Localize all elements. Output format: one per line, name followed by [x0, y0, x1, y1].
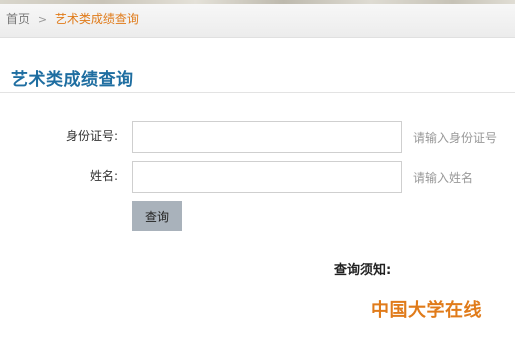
- query-notice-title: 查询须知:: [334, 263, 392, 278]
- breadcrumb-home-link[interactable]: 首页: [6, 12, 30, 26]
- brand-logo: 中国大学在线: [371, 300, 482, 321]
- name-input[interactable]: [132, 161, 402, 193]
- id-number-input[interactable]: [132, 121, 402, 153]
- breadcrumb: 首页 > 艺术类成绩查询: [0, 4, 515, 38]
- id-number-hint: 请输入身份证号: [413, 131, 498, 145]
- breadcrumb-separator: >: [37, 13, 48, 26]
- page-title: 艺术类成绩查询: [11, 70, 134, 90]
- breadcrumb-current: 艺术类成绩查询: [54, 12, 139, 26]
- query-button[interactable]: 查询: [132, 201, 182, 231]
- id-number-label: 身份证号:: [65, 129, 118, 143]
- name-label: 姓名:: [89, 169, 118, 183]
- title-divider: [0, 92, 515, 93]
- name-hint: 请输入姓名: [413, 171, 474, 185]
